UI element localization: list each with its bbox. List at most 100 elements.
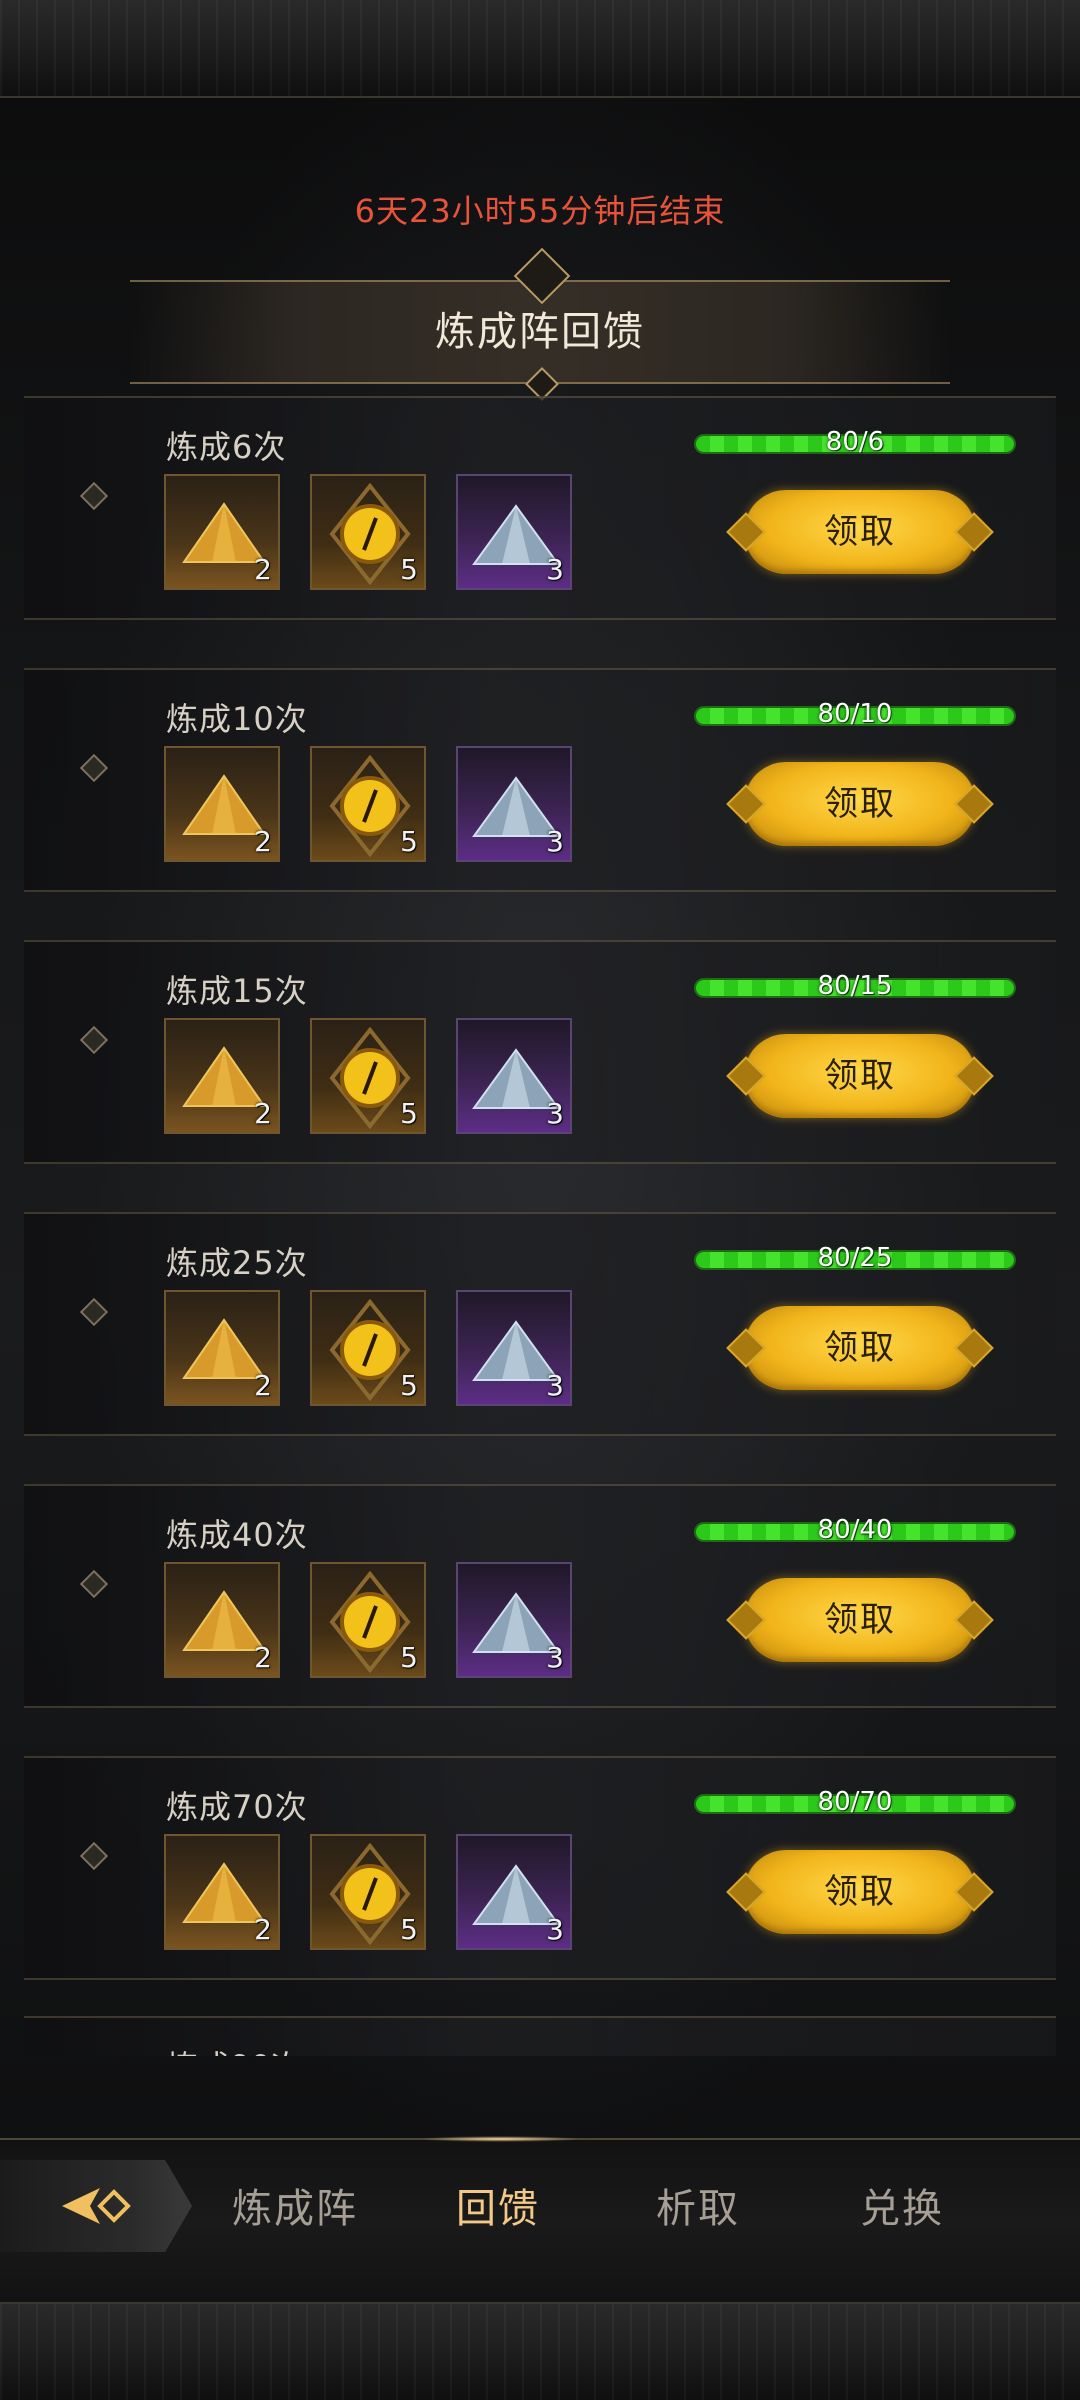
tab-alchemy-array[interactable]: 炼成阵: [232, 2176, 358, 2234]
blue-crystal-pyramid-icon[interactable]: 3: [456, 746, 572, 862]
gold-pyramid-icon[interactable]: 2: [164, 1562, 280, 1678]
claim-button[interactable]: 领取: [726, 1306, 994, 1390]
gold-pyramid-icon[interactable]: 2: [164, 1834, 280, 1950]
tab-extract[interactable]: 析取: [656, 2176, 740, 2234]
row-diamond-icon: [79, 1841, 109, 1871]
item-count: 2: [254, 553, 272, 586]
gold-pyramid-icon[interactable]: 2: [164, 1018, 280, 1134]
progress-bar: 80/15: [694, 971, 1016, 1001]
item-count: 2: [254, 1097, 272, 1130]
golden-eye-orb-icon[interactable]: 5: [310, 1018, 426, 1134]
progress-bar: 80/6: [694, 427, 1016, 457]
item-count: 3: [546, 553, 564, 586]
item-count: 2: [254, 1913, 272, 1946]
item-count: 3: [546, 1913, 564, 1946]
blue-crystal-pyramid-icon[interactable]: 3: [456, 1018, 572, 1134]
item-count: 5: [400, 1913, 418, 1946]
tab-rewards[interactable]: 回馈: [456, 2176, 540, 2234]
item-count: 3: [546, 825, 564, 858]
golden-eye-orb-icon[interactable]: 5: [310, 1290, 426, 1406]
reward-row: 炼成40次 2 5 3 80/40 领取: [24, 1484, 1056, 1708]
reward-list[interactable]: 炼成6次 2 5 3 80/6 领取 炼成10次 2 5 3 80/10 领取 …: [0, 396, 1080, 2056]
row-label: 炼成10次: [166, 700, 308, 738]
progress-text: 80/6: [825, 427, 885, 457]
item-count: 2: [254, 825, 272, 858]
item-count: 5: [400, 1641, 418, 1674]
row-diamond-icon: [79, 481, 109, 511]
reward-items: 2 5 3: [164, 1562, 572, 1678]
item-count: 5: [400, 1369, 418, 1402]
row-label: 炼成6次: [166, 428, 287, 466]
claim-button[interactable]: 领取: [726, 762, 994, 846]
gold-pyramid-icon[interactable]: 2: [164, 746, 280, 862]
row-diamond-icon: [79, 1569, 109, 1599]
gold-pyramid-icon[interactable]: 2: [164, 1290, 280, 1406]
golden-eye-orb-icon[interactable]: 5: [310, 1834, 426, 1950]
title-banner: 炼成阵回馈: [130, 247, 950, 401]
blue-crystal-pyramid-icon[interactable]: 3: [456, 1290, 572, 1406]
claim-label: 领取: [824, 1600, 896, 1640]
golden-eye-orb-icon[interactable]: 5: [310, 474, 426, 590]
event-timer: 6天23小时55分钟后结束: [354, 192, 726, 230]
blue-crystal-pyramid-icon[interactable]: 3: [456, 474, 572, 590]
item-count: 2: [254, 1369, 272, 1402]
reward-row: 炼成6次 2 5 3 80/6 领取: [24, 396, 1056, 620]
row-label: 炼成90次: [166, 2042, 303, 2056]
progress-text: 80/25: [817, 1243, 893, 1273]
row-label: 炼成25次: [166, 1244, 308, 1282]
claim-button[interactable]: 领取: [726, 1850, 994, 1934]
reward-items: 2 5 3: [164, 474, 572, 590]
item-count: 3: [546, 1641, 564, 1674]
item-count: 5: [400, 825, 418, 858]
row-diamond-icon: [79, 1297, 109, 1327]
page-title: 炼成阵回馈: [435, 309, 645, 355]
row-diamond-icon: [79, 753, 109, 783]
gold-pyramid-icon[interactable]: 2: [164, 474, 280, 590]
row-label: 炼成15次: [166, 972, 308, 1010]
progress-bar: 80/10: [694, 699, 1016, 729]
claim-label: 领取: [824, 512, 896, 552]
blue-crystal-pyramid-icon[interactable]: 3: [456, 1562, 572, 1678]
claim-label: 领取: [824, 1328, 896, 1368]
progress-bar: 80/40: [694, 1515, 1016, 1545]
reward-row: 炼成70次 2 5 3 80/70 领取: [24, 1756, 1056, 1980]
progress-text: 80/70: [817, 1787, 893, 1817]
claim-button[interactable]: 领取: [726, 1578, 994, 1662]
bottom-ornament-border: [0, 2302, 1080, 2400]
item-count: 3: [546, 1097, 564, 1130]
bottom-tab-bar: 炼成阵 回馈 析取 兑换: [0, 2136, 1080, 2304]
progress-text: 80/40: [817, 1515, 893, 1545]
progress-text: 80/15: [817, 971, 893, 1001]
claim-button[interactable]: 领取: [726, 490, 994, 574]
blue-crystal-pyramid-icon[interactable]: 3: [456, 1834, 572, 1950]
reward-items: 2 5 3: [164, 746, 572, 862]
progress-bar: 80/70: [694, 1787, 1016, 1817]
reward-row: 炼成10次 2 5 3 80/10 领取: [24, 668, 1056, 892]
claim-button[interactable]: 领取: [726, 1034, 994, 1118]
row-label: 炼成70次: [166, 1788, 308, 1826]
active-tab-indicator: [420, 2136, 580, 2142]
item-count: 5: [400, 1097, 418, 1130]
item-count: 3: [546, 1369, 564, 1402]
back-arrow-icon: [62, 2188, 131, 2224]
progress-bar: 80/25: [694, 1243, 1016, 1273]
claim-label: 领取: [824, 784, 896, 824]
claim-label: 领取: [824, 1056, 896, 1096]
reward-items: 2 5 3: [164, 1290, 572, 1406]
tab-exchange[interactable]: 兑换: [860, 2176, 944, 2234]
claim-label: 领取: [824, 1872, 896, 1912]
golden-eye-orb-icon[interactable]: 5: [310, 1562, 426, 1678]
reward-row-partial: 炼成90次: [24, 2016, 1056, 2056]
top-ornament-border: [0, 0, 1080, 98]
back-button[interactable]: [0, 2160, 192, 2252]
reward-row: 炼成25次 2 5 3 80/25 领取: [24, 1212, 1056, 1436]
item-count: 5: [400, 553, 418, 586]
golden-eye-orb-icon[interactable]: 5: [310, 746, 426, 862]
row-label: 炼成40次: [166, 1516, 308, 1554]
reward-items: 2 5 3: [164, 1834, 572, 1950]
row-diamond-icon: [79, 1025, 109, 1055]
reward-items: 2 5 3: [164, 1018, 572, 1134]
reward-row: 炼成15次 2 5 3 80/15 领取: [24, 940, 1056, 1164]
progress-text: 80/10: [817, 699, 893, 729]
item-count: 2: [254, 1641, 272, 1674]
